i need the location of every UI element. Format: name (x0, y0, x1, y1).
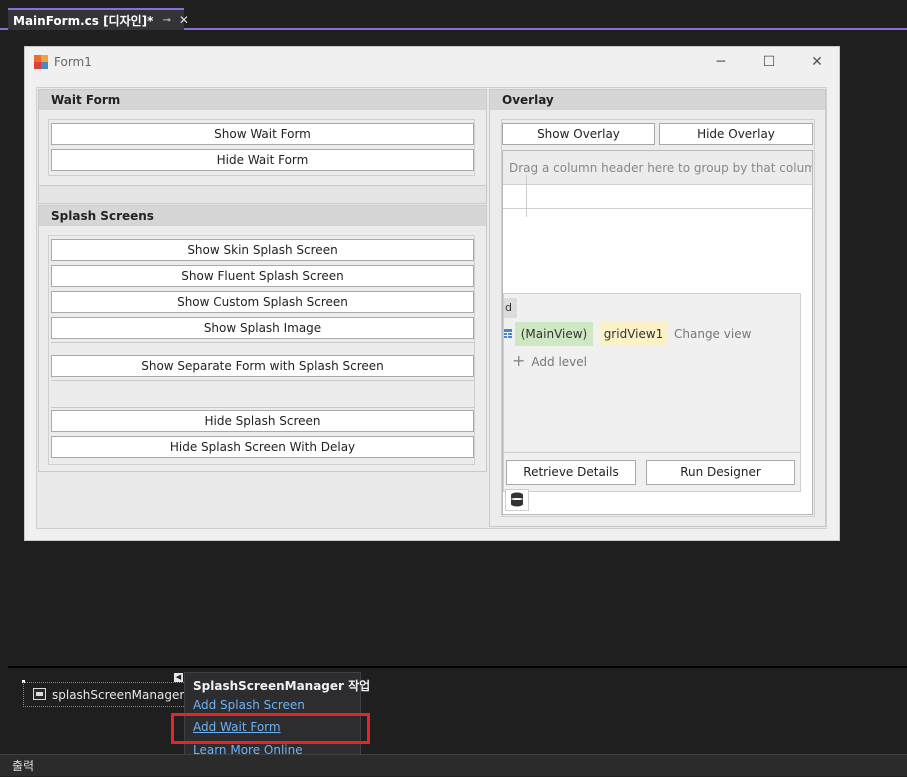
overlay-group-title: Overlay (490, 90, 825, 110)
pin-icon[interactable]: ⊸ (162, 15, 170, 26)
change-view-link[interactable]: Change view (674, 322, 751, 346)
show-fluent-splash-button[interactable]: Show Fluent Splash Screen (51, 265, 474, 287)
devexpress-form-icon (34, 55, 48, 69)
close-window-icon[interactable]: ✕ (807, 53, 827, 71)
hide-wait-form-button[interactable]: Hide Wait Form (51, 149, 474, 171)
level-tab[interactable]: d (504, 298, 517, 318)
hide-overlay-button[interactable]: Hide Overlay (659, 123, 813, 145)
show-custom-splash-button[interactable]: Show Custom Splash Screen (51, 291, 474, 313)
close-icon[interactable]: ✕ (179, 13, 189, 27)
grid-level-icon (504, 328, 512, 338)
show-wait-form-button[interactable]: Show Wait Form (51, 123, 474, 145)
splash-screen-manager-component[interactable]: splashScreenManager1 (23, 682, 192, 707)
document-tab-title: MainForm.cs [디자인]* (13, 13, 154, 28)
add-splash-screen-link[interactable]: Add Splash Screen (193, 698, 305, 712)
splash-separator (51, 342, 474, 352)
column-header-row (503, 185, 812, 209)
hide-splash-delay-button[interactable]: Hide Splash Screen With Delay (51, 436, 474, 458)
group-spacer (38, 186, 487, 204)
document-tab-mainform[interactable]: MainForm.cs [디자인]* ⊸ ✕ (8, 8, 189, 30)
main-view-chip[interactable]: (MainView) (515, 322, 593, 346)
component-icon (33, 688, 46, 700)
row-indicator-header (503, 185, 527, 209)
wait-form-group-title: Wait Form (39, 90, 486, 110)
add-level-label: Add level (531, 355, 587, 369)
grid-control[interactable]: Drag a column header here to group by th… (502, 150, 813, 515)
grid-view-chip[interactable]: gridView1 (600, 322, 667, 346)
smart-tag-icon[interactable]: ◀ (174, 673, 183, 682)
tasks-title: SplashScreenManager 작업 (193, 679, 371, 693)
form-title: Form1 (54, 55, 92, 69)
group-by-panel[interactable]: Drag a column header here to group by th… (503, 151, 812, 185)
plus-icon: + (512, 351, 526, 370)
maximize-icon[interactable]: ☐ (759, 53, 779, 71)
splash-screens-group-title: Splash Screens (39, 206, 486, 226)
show-separate-form-splash-button[interactable]: Show Separate Form with Splash Screen (51, 355, 474, 377)
add-level-link[interactable]: + Add level (512, 350, 587, 372)
retrieve-details-button[interactable]: Retrieve Details (506, 460, 636, 485)
component-tray (8, 666, 907, 754)
form-title-bar: Form1 ─ ☐ ✕ (25, 47, 839, 77)
show-splash-image-button[interactable]: Show Splash Image (51, 317, 474, 339)
show-overlay-button[interactable]: Show Overlay (502, 123, 655, 145)
run-designer-button[interactable]: Run Designer (646, 460, 795, 485)
level-separator (504, 452, 800, 453)
show-skin-splash-button[interactable]: Show Skin Splash Screen (51, 239, 474, 261)
level-designer-panel: d (MainView) gridView1 Change view + Add … (503, 293, 801, 492)
database-icon[interactable] (505, 489, 529, 511)
output-panel-tab[interactable]: 출력 (0, 754, 907, 776)
highlight-box (171, 713, 370, 744)
hide-splash-screen-button[interactable]: Hide Splash Screen (51, 410, 474, 432)
row-indicator-line (526, 175, 527, 217)
splash-empty-row (51, 380, 474, 408)
minimize-icon[interactable]: ─ (711, 53, 731, 71)
